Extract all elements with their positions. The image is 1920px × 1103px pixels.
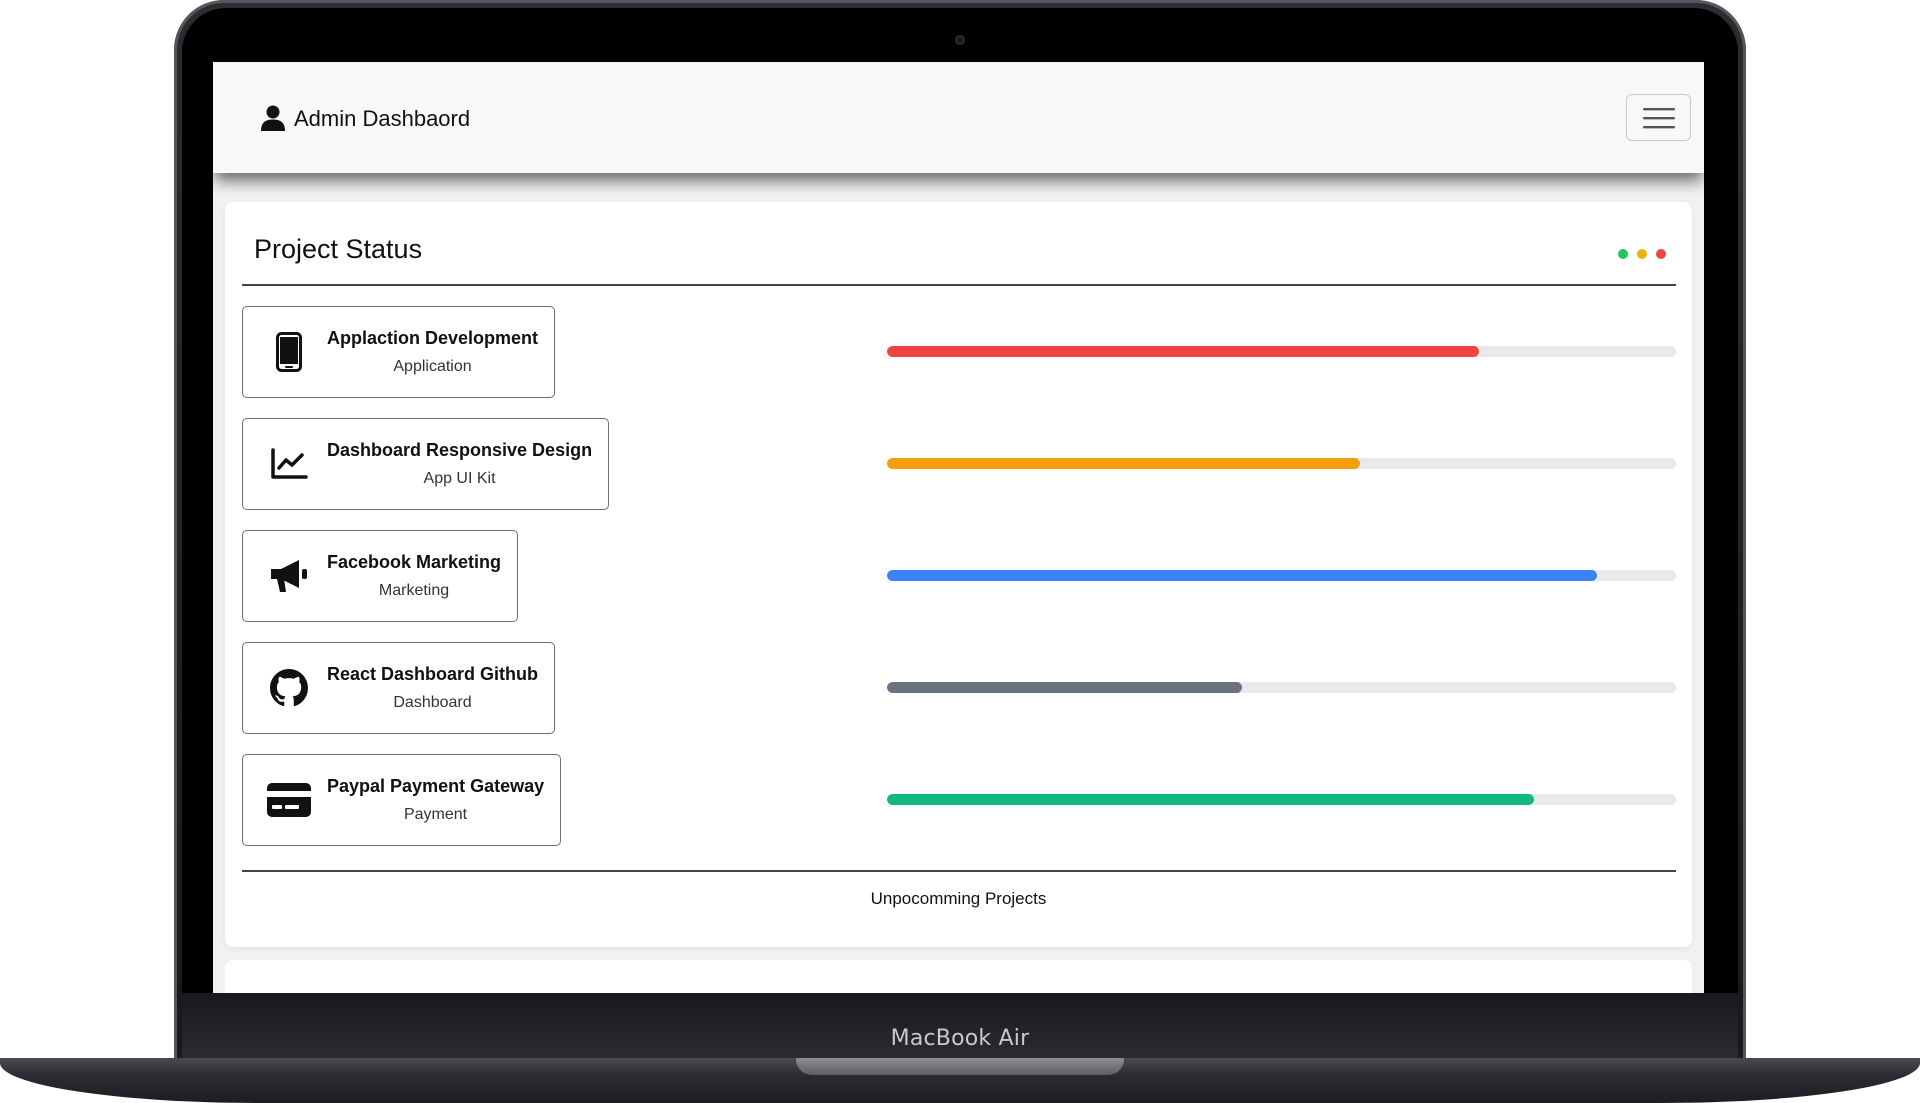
status-dot-red <box>1656 249 1666 259</box>
progress-bar <box>887 570 1676 581</box>
progress-bar <box>887 346 1676 357</box>
progress-fill <box>887 794 1534 805</box>
mobile-phone-icon <box>267 330 311 374</box>
progress-bar <box>887 794 1676 805</box>
project-name: Dashboard Responsive Design <box>327 440 593 460</box>
laptop-notch <box>796 1058 1124 1075</box>
window-dots <box>1618 249 1666 259</box>
project-name: Paypal Payment Gateway <box>327 776 545 796</box>
device-label: MacBook Air <box>890 1026 1030 1051</box>
project-status-card: Project Status Applaction Development Ap… <box>225 202 1692 947</box>
project-category: App UI Kit <box>423 470 496 487</box>
megaphone-icon <box>267 554 311 598</box>
project-chip-paypal-payment-gateway[interactable]: Paypal Payment Gateway Payment <box>242 754 562 846</box>
progress-fill <box>887 346 1479 357</box>
credit-card-icon <box>267 778 311 822</box>
next-card <box>225 960 1692 993</box>
user-icon <box>261 105 285 131</box>
project-row: React Dashboard Github Dashboard <box>242 642 1676 734</box>
status-dot-yellow <box>1637 249 1647 259</box>
progress-fill <box>887 458 1361 469</box>
github-icon <box>267 666 311 710</box>
project-row: Dashboard Responsive Design App UI Kit <box>242 418 1676 510</box>
divider-top <box>242 284 1676 286</box>
upcoming-projects-link[interactable]: Unpocomming Projects <box>225 889 1692 909</box>
project-category: Application <box>393 358 472 375</box>
project-category: Payment <box>403 806 468 823</box>
progress-bar <box>887 682 1676 693</box>
project-chip-facebook-marketing[interactable]: Facebook Marketing Marketing <box>242 530 519 622</box>
line-chart-icon <box>267 442 311 486</box>
screen: Admin Dashbaord Project Status Applactio… <box>213 62 1704 993</box>
card-title: Project Status <box>254 234 423 264</box>
progress-bar <box>887 458 1676 469</box>
divider-bottom <box>242 870 1676 872</box>
project-category: Marketing <box>378 582 450 599</box>
progress-fill <box>887 570 1598 581</box>
project-row: Applaction Development Application <box>242 306 1676 398</box>
project-category: Dashboard <box>393 694 472 711</box>
navbar: Admin Dashbaord <box>213 62 1704 173</box>
status-dot-green <box>1618 249 1628 259</box>
hamburger-menu-icon <box>1643 108 1675 129</box>
project-chip-dashboard-responsive-design[interactable]: Dashboard Responsive Design App UI Kit <box>242 418 610 510</box>
project-chip-applaction-development[interactable]: Applaction Development Application <box>242 306 556 398</box>
page-title[interactable]: Admin Dashbaord <box>294 106 470 132</box>
progress-fill <box>887 682 1243 693</box>
project-name: Facebook Marketing <box>327 552 502 572</box>
camera-icon <box>955 35 965 45</box>
project-row: Paypal Payment Gateway Payment <box>242 754 1676 846</box>
project-row: Facebook Marketing Marketing <box>242 530 1676 622</box>
project-name: React Dashboard Github <box>327 664 539 684</box>
hamburger-menu-button[interactable] <box>1626 94 1691 141</box>
project-chip-react-dashboard-github[interactable]: React Dashboard Github Dashboard <box>242 642 556 734</box>
project-name: Applaction Development <box>327 328 539 348</box>
